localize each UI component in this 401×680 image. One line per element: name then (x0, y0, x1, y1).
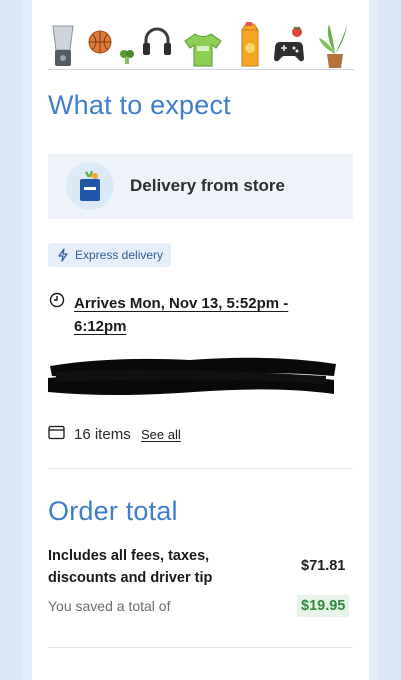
redacted-address-scribble (48, 357, 336, 395)
order-total-heading: Order total (48, 496, 178, 526)
arrival-time[interactable]: Arrives Mon, Nov 13, 5:52pm - 6:12pm (74, 292, 314, 338)
order-total-amount: $71.81 (301, 558, 346, 574)
blender-icon (52, 25, 74, 66)
plant-icon (319, 24, 347, 68)
store-bag-avatar (66, 162, 114, 210)
see-all-link[interactable]: See all (141, 427, 181, 442)
express-delivery-label: Express delivery (75, 248, 164, 262)
savings-label: You saved a total of (48, 598, 171, 614)
grocery-bag-icon (80, 170, 100, 201)
lightning-icon (58, 248, 68, 262)
what-to-expect-heading: What to expect (48, 90, 231, 120)
basketball-icon (88, 30, 112, 54)
headphones-icon (143, 27, 171, 55)
clock-icon (49, 292, 65, 308)
items-count: 16 items (74, 426, 131, 443)
product-banner (48, 18, 354, 70)
broccoli-icon (120, 50, 134, 64)
delivery-from-store-label: Delivery from store (130, 176, 285, 195)
box-icon (48, 425, 65, 440)
express-delivery-badge: Express delivery (48, 243, 171, 267)
juice-carton-icon (241, 22, 259, 67)
section-divider (48, 468, 353, 469)
gamepad-icon (274, 42, 304, 62)
tshirt-icon (184, 33, 222, 67)
tomato-icon (292, 26, 302, 37)
fees-description: Includes all fees, taxes, discounts and … (48, 548, 213, 586)
savings-amount-badge: $19.95 (297, 595, 350, 617)
bottom-divider (48, 647, 353, 648)
delivery-from-store-card: Delivery from store (48, 154, 353, 219)
